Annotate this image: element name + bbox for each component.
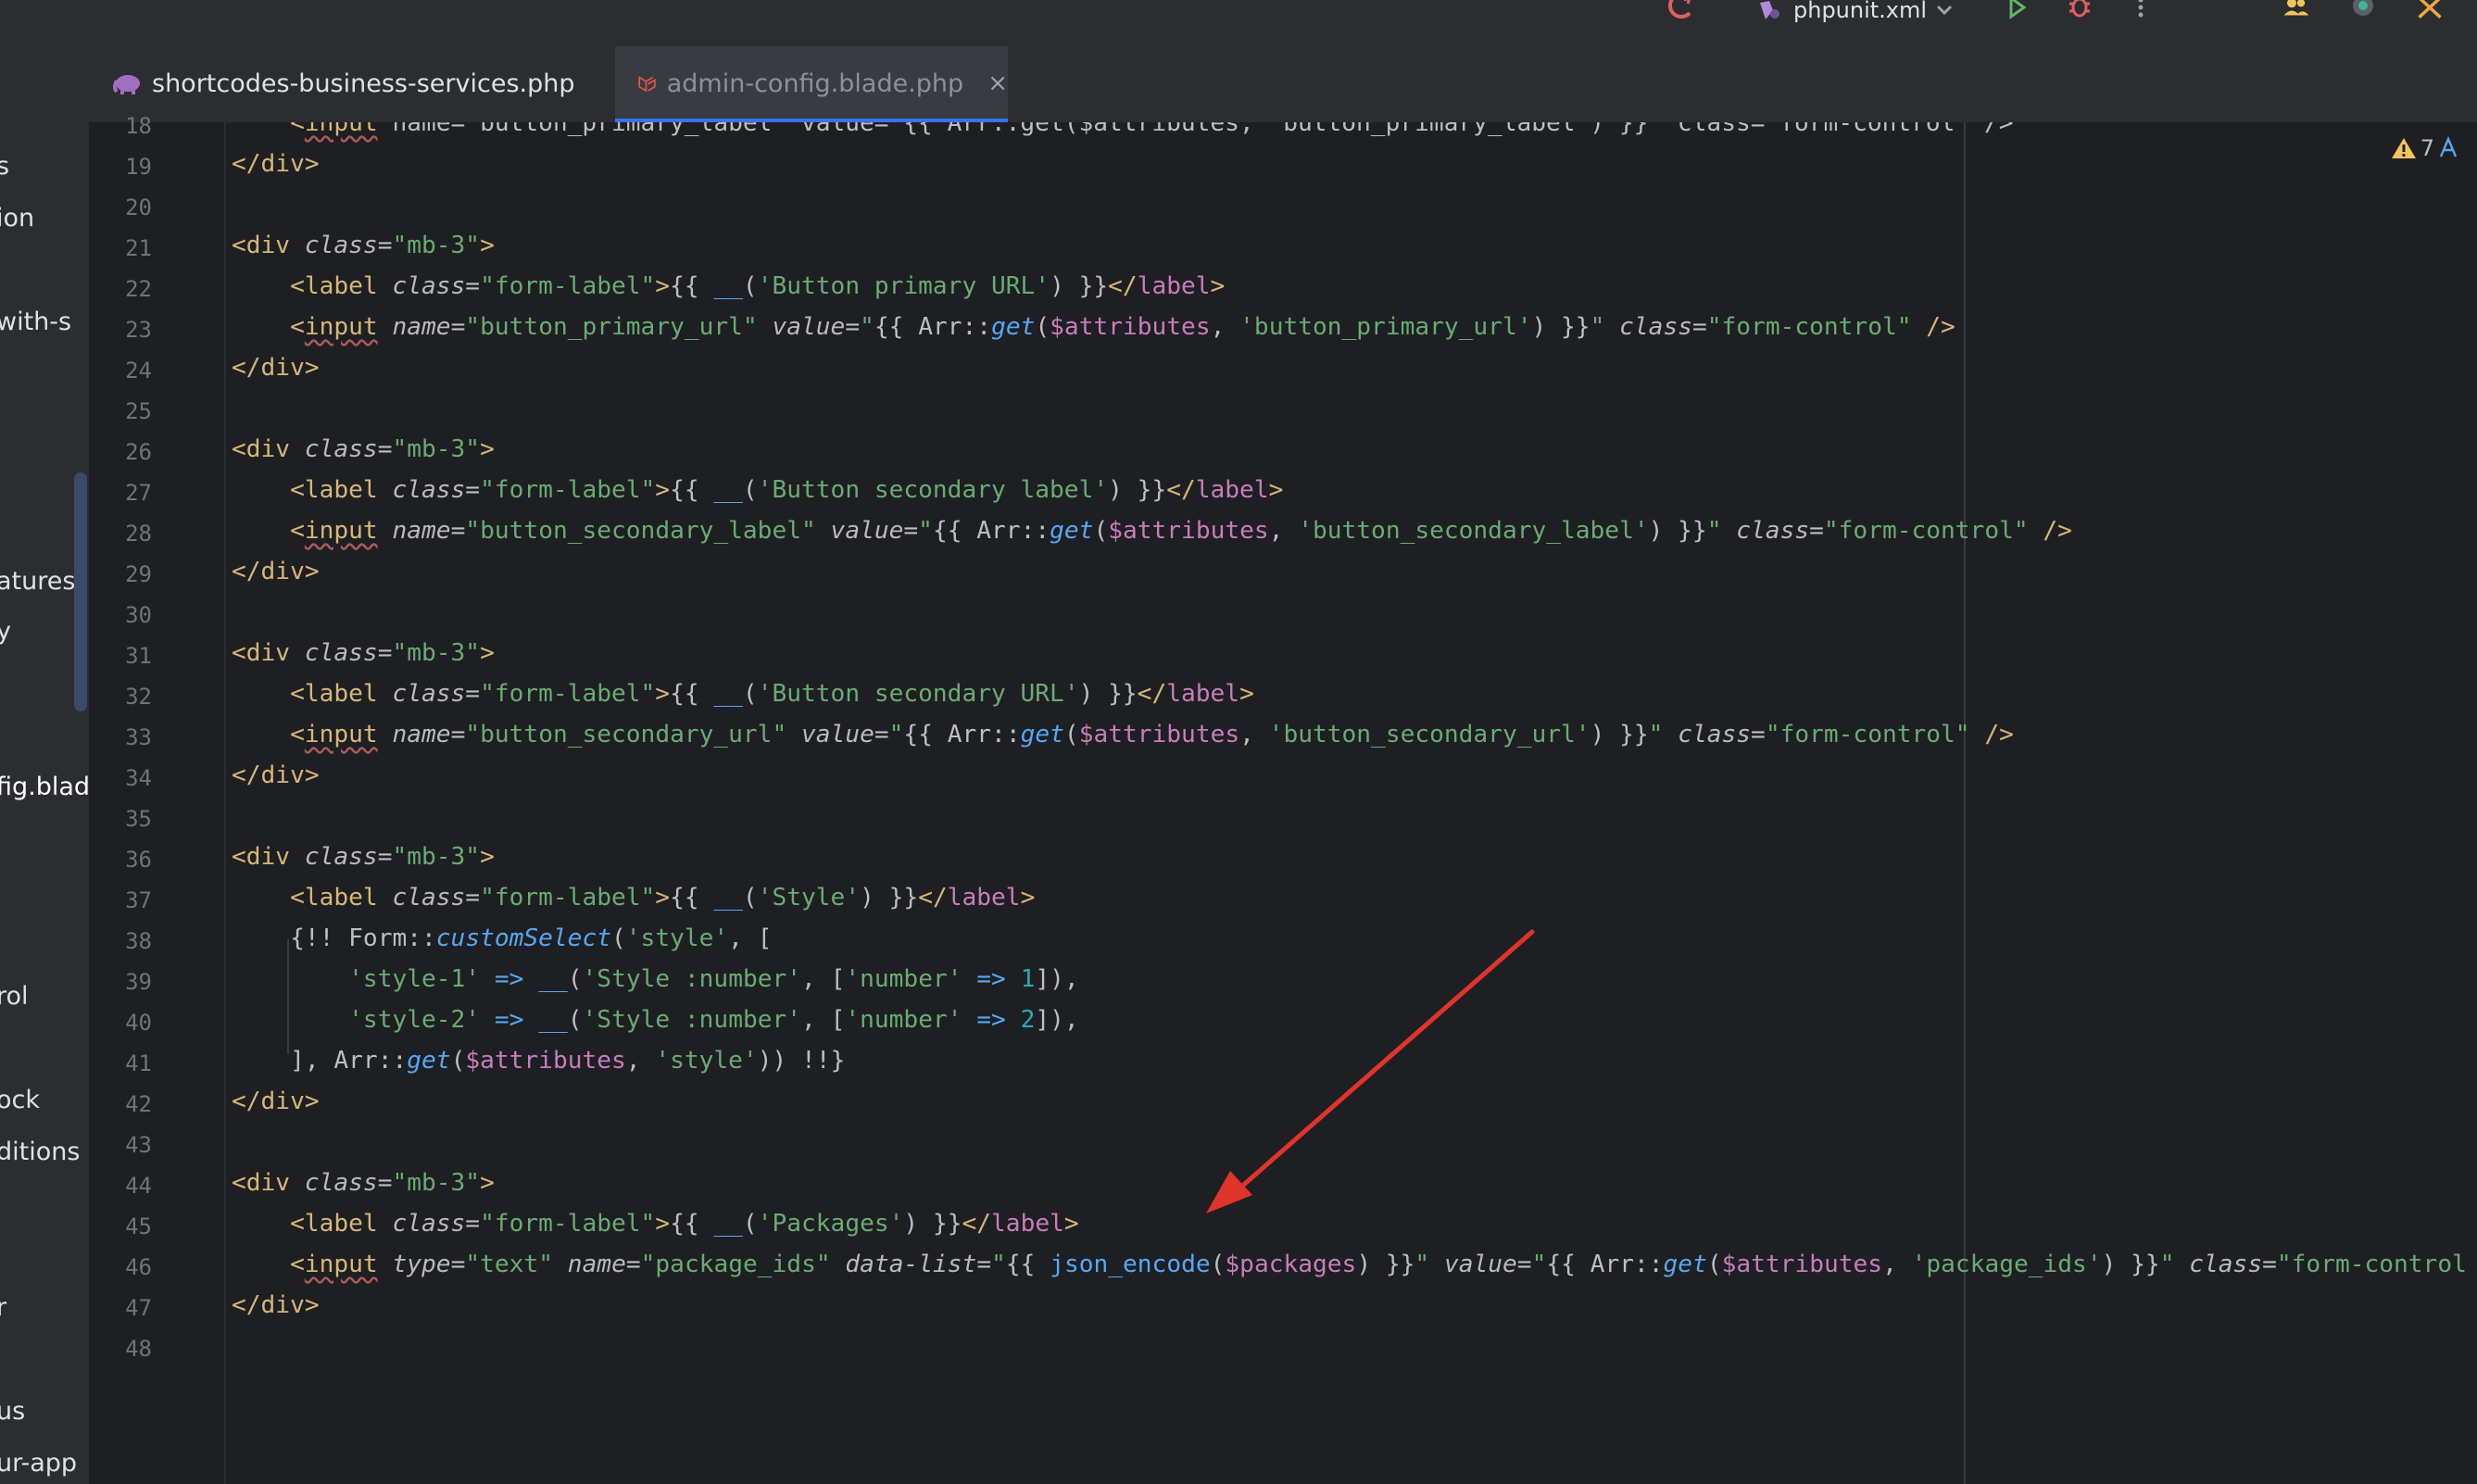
project-tree-item[interactable]: ditions	[0, 1138, 80, 1166]
line-number[interactable]: 46	[125, 1254, 152, 1280]
phpunit-icon	[1760, 1, 1779, 19]
project-tree-item[interactable]: with-s	[0, 308, 71, 336]
project-tree-item-selected[interactable]: fig.blad	[0, 773, 89, 801]
right-margin-guide	[1964, 122, 1966, 1484]
project-tool-window: s ion with-s atures y fig.blad rol ock d…	[0, 122, 89, 1484]
code-line-22: <label class="form-label">{{ __('Button …	[290, 272, 1226, 300]
typo-icon	[2439, 136, 2458, 157]
chevron-down-icon	[1937, 5, 1953, 16]
warning-count: 7	[2420, 135, 2434, 161]
code-line-19: </div>	[232, 150, 320, 178]
code-line-42: </div>	[232, 1088, 320, 1115]
line-number[interactable]: 47	[125, 1295, 152, 1321]
project-tree-item[interactable]: r	[0, 1293, 6, 1322]
editor-tab-bar: shortcodes-business-services.php admin-c…	[0, 26, 2477, 124]
collaboration-icon[interactable]	[2282, 0, 2310, 22]
line-number[interactable]: 24	[125, 358, 152, 384]
title-bar: phpunit.xml	[0, 0, 2477, 26]
line-number[interactable]: 44	[125, 1173, 152, 1199]
code-line-37: <label class="form-label">{{ __('Style')…	[290, 884, 1036, 912]
project-tree-item[interactable]: ion	[0, 204, 34, 233]
tab-label: shortcodes-business-services.php	[152, 69, 575, 98]
project-tree-item[interactable]: rol	[0, 982, 29, 1011]
code-line-41: ], Arr::get($attributes, 'style')) !!}	[290, 1047, 846, 1075]
line-number[interactable]: 36	[125, 847, 152, 873]
code-line-39: 'style-1' => __('Style :number', ['numbe…	[348, 965, 1079, 993]
tab-shortcodes-business-services[interactable]: shortcodes-business-services.php	[111, 46, 584, 120]
close-tab-icon[interactable]: ×	[987, 69, 1008, 97]
code-line-47: </div>	[232, 1291, 320, 1319]
tab-label: admin-config.blade.php	[666, 69, 964, 98]
line-number[interactable]: 31	[125, 643, 152, 669]
line-number[interactable]: 34	[125, 765, 152, 791]
line-number[interactable]: 26	[125, 439, 152, 465]
run-config-label: phpunit.xml	[1793, 0, 1928, 23]
indent-guide	[287, 939, 289, 1054]
code-line-33: <input name="button_secondary_url" value…	[290, 721, 2014, 748]
code-line-31: <div class="mb-3">	[232, 639, 495, 667]
line-number[interactable]: 27	[125, 480, 152, 506]
line-number[interactable]: 22	[125, 276, 152, 302]
line-number[interactable]: 32	[125, 684, 152, 710]
sidebar-scrollbar[interactable]	[74, 472, 87, 711]
ai-assistant-icon[interactable]	[2349, 0, 2377, 22]
line-number[interactable]: 28	[125, 521, 152, 547]
code-line-32: <label class="form-label">{{ __('Button …	[290, 680, 1254, 708]
code-editor[interactable]: <input name="button_primary_label" value…	[226, 122, 2477, 1484]
project-tree-item[interactable]: ur-app	[0, 1449, 77, 1478]
code-line-21: <div class="mb-3">	[232, 232, 495, 259]
code-line-29: </div>	[232, 558, 320, 585]
code-line-38: {!! Form::customSelect('style', [	[290, 924, 773, 952]
line-number[interactable]: 43	[125, 1132, 152, 1158]
line-number[interactable]: 38	[125, 928, 152, 954]
code-line-28: <input name="button_secondary_label" val…	[290, 517, 2072, 545]
line-number[interactable]: 18	[125, 113, 152, 139]
line-number[interactable]: 41	[125, 1050, 152, 1076]
project-tree-item[interactable]: y	[0, 617, 11, 646]
line-number[interactable]: 23	[125, 317, 152, 343]
line-number[interactable]: 33	[125, 724, 152, 750]
project-tree-item[interactable]: us	[0, 1397, 25, 1426]
code-line-46: <input type="text" name="package_ids" da…	[290, 1251, 2467, 1278]
code-line-34: </div>	[232, 761, 320, 789]
tab-admin-config-blade[interactable]: admin-config.blade.php ×	[615, 46, 1008, 122]
line-number[interactable]: 42	[125, 1091, 152, 1117]
code-line-44: <div class="mb-3">	[232, 1169, 495, 1197]
settings-tools-icon[interactable]	[2416, 0, 2444, 22]
php-elephant-icon	[113, 75, 140, 94]
line-number[interactable]: 25	[125, 398, 152, 424]
line-number[interactable]: 30	[125, 602, 152, 628]
code-line-18: <input name="button_primary_label" value…	[290, 122, 2014, 137]
ide-window: phpunit.xml shortcodes-business-services…	[0, 0, 2477, 1484]
run-icon[interactable]	[2003, 0, 2031, 22]
line-number[interactable]: 29	[125, 561, 152, 587]
code-line-24: </div>	[232, 354, 320, 382]
line-number-gutter[interactable]: 18 19 20 21 22 23 24 25 26 27 28 29 30 31 32 33 34 35 36 37…	[89, 113, 226, 1484]
code-line-45: <label class="form-label">{{ __('Package…	[290, 1210, 1079, 1238]
line-number[interactable]: 21	[125, 235, 152, 261]
inspection-widget[interactable]: 7	[2391, 135, 2458, 161]
code-line-23: <input name="button_primary_url" value="…	[290, 313, 1955, 341]
line-number[interactable]: 19	[125, 154, 152, 180]
code-line-27: <label class="form-label">{{ __('Button …	[290, 476, 1284, 504]
warning-icon	[2391, 138, 2416, 158]
line-number[interactable]: 45	[125, 1214, 152, 1239]
line-number[interactable]: 40	[125, 1010, 152, 1036]
project-tree-item[interactable]: s	[0, 152, 9, 181]
laravel-blade-icon	[638, 75, 656, 93]
code-line-26: <div class="mb-3">	[232, 435, 495, 463]
code-line-36: <div class="mb-3">	[232, 843, 495, 871]
line-number[interactable]: 35	[125, 806, 152, 832]
more-actions-icon[interactable]	[2127, 0, 2155, 22]
code-with-me-icon[interactable]	[1667, 0, 1695, 22]
line-number[interactable]: 48	[125, 1336, 152, 1362]
code-line-40: 'style-2' => __('Style :number', ['numbe…	[348, 1006, 1079, 1034]
line-number[interactable]: 39	[125, 969, 152, 995]
project-tree-item[interactable]: ock	[0, 1086, 40, 1114]
project-tree-item[interactable]: atures	[0, 567, 75, 596]
line-number[interactable]: 20	[125, 195, 152, 220]
line-number[interactable]: 37	[125, 887, 152, 913]
run-config-selector[interactable]: phpunit.xml	[1756, 0, 1956, 23]
debug-icon[interactable]	[2066, 0, 2094, 22]
